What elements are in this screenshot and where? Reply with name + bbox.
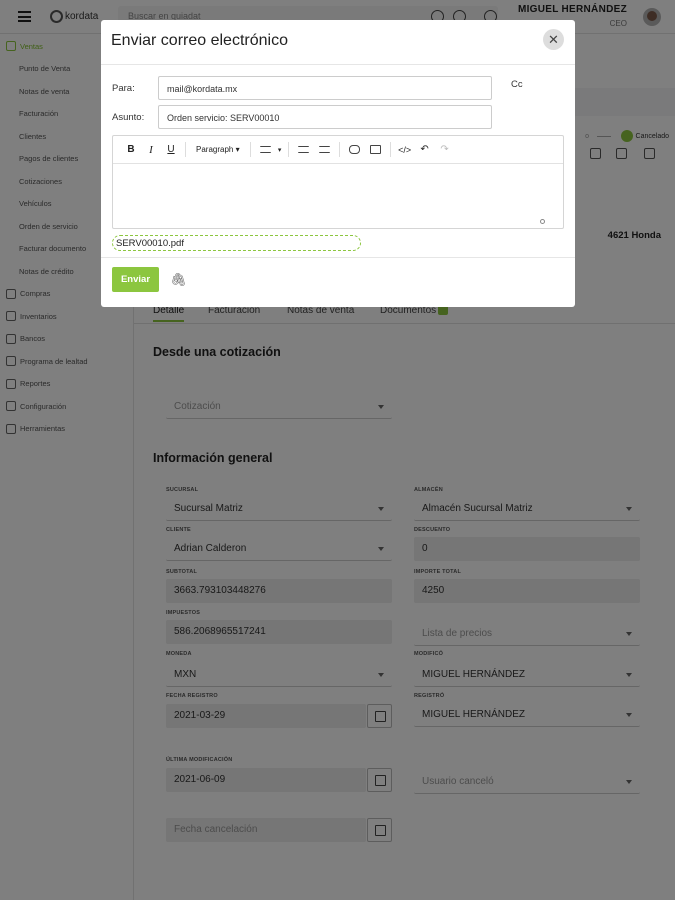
divider: [185, 142, 186, 157]
editor-toolbar: B I U Paragraph ▾ ▾ </> ↶ ↷: [113, 136, 563, 164]
paragraph-format-select[interactable]: Paragraph ▾: [190, 145, 246, 154]
code-icon[interactable]: </>: [395, 145, 415, 155]
undo-icon[interactable]: ↶: [415, 144, 435, 155]
italic-button[interactable]: I: [141, 144, 161, 156]
send-email-dialog: Enviar correo electrónico ✕ Para: mail@k…: [101, 20, 575, 307]
resize-handle-icon[interactable]: [540, 219, 545, 224]
chevron-down-icon[interactable]: ▾: [276, 146, 284, 154]
underline-button[interactable]: U: [161, 144, 181, 155]
subject-input[interactable]: Orden servicio: SERV00010: [158, 105, 492, 129]
subject-label: Asunto:: [112, 112, 145, 123]
bold-button[interactable]: B: [121, 144, 141, 155]
redo-icon[interactable]: ↷: [435, 144, 455, 155]
cc-toggle[interactable]: Cc: [511, 79, 523, 90]
divider: [338, 142, 340, 157]
link-icon[interactable]: [348, 145, 360, 154]
attachment-chip[interactable]: SERV00010.pdf: [112, 235, 361, 251]
image-icon[interactable]: [369, 145, 381, 154]
bullet-list-icon[interactable]: [318, 146, 330, 153]
dialog-title: Enviar correo electrónico: [111, 32, 288, 49]
divider: [249, 142, 251, 157]
to-email-input[interactable]: mail@kordata.mx: [158, 76, 492, 100]
divider: [389, 142, 391, 157]
close-icon[interactable]: ✕: [543, 29, 564, 50]
divider: [287, 142, 289, 157]
paperclip-icon[interactable]: 🖇: [170, 272, 187, 288]
numbered-list-icon[interactable]: [297, 146, 309, 153]
divider: [101, 257, 575, 258]
message-editor[interactable]: B I U Paragraph ▾ ▾ </> ↶ ↷: [112, 135, 564, 229]
align-icon[interactable]: [259, 146, 271, 153]
to-label: Para:: [112, 83, 135, 94]
divider: [101, 64, 575, 65]
send-button[interactable]: Enviar: [112, 267, 159, 292]
